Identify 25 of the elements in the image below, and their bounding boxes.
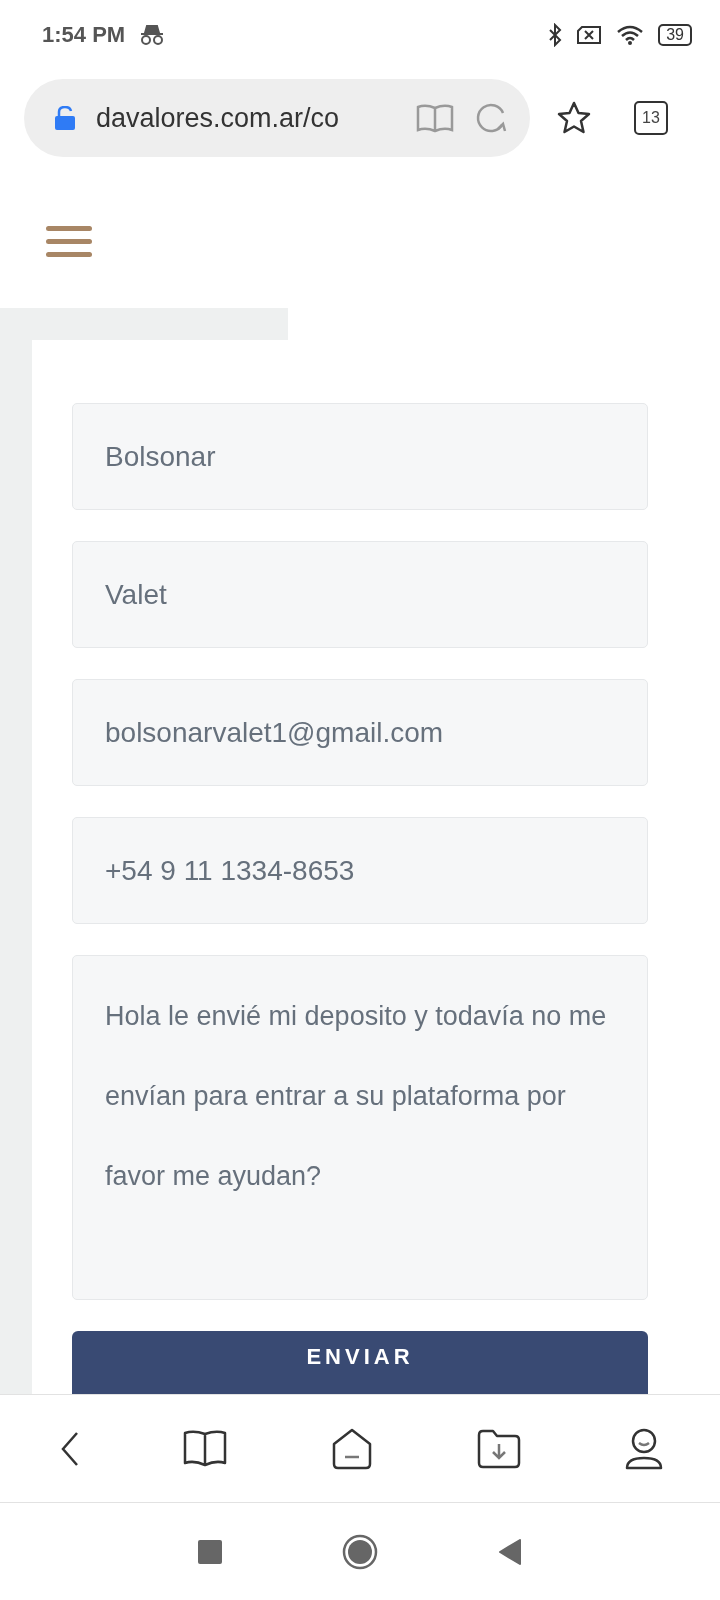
input-field[interactable]: Bolsonar (72, 403, 648, 510)
no-sim-icon (576, 25, 603, 45)
recents-icon[interactable] (198, 1539, 222, 1564)
back-triangle-icon[interactable] (498, 1538, 522, 1565)
lock-icon (54, 106, 76, 130)
tab-count-button[interactable]: 13 (634, 101, 668, 135)
download-folder-icon[interactable] (477, 1428, 521, 1469)
back-icon[interactable] (60, 1430, 80, 1467)
status-time: 1:54 PM (42, 22, 126, 48)
menu-icon[interactable] (46, 226, 92, 258)
message-field[interactable]: Hola le envié mi deposito y todavía no me envían para entrar a su plataforma por favor me ayudan? (72, 955, 648, 1300)
profile-icon[interactable] (624, 1427, 664, 1470)
input-field[interactable]: Valet (72, 541, 648, 648)
incognito-icon (139, 24, 166, 46)
home-icon[interactable] (330, 1427, 374, 1470)
input-field[interactable]: bolsonarvalet1@gmail.com (72, 679, 648, 786)
star-icon[interactable] (556, 100, 592, 136)
wifi-icon (616, 24, 645, 46)
submit-button[interactable]: ENVIAR (72, 1331, 648, 1394)
bluetooth-icon (548, 23, 563, 47)
battery-indicator: 39 (658, 24, 692, 46)
url-text: davalores.com.ar/co (96, 102, 341, 134)
book-icon[interactable] (183, 1428, 227, 1469)
input-field[interactable]: +54 9 11 1334-8653 (72, 817, 648, 924)
home-circle-icon[interactable] (342, 1533, 378, 1570)
